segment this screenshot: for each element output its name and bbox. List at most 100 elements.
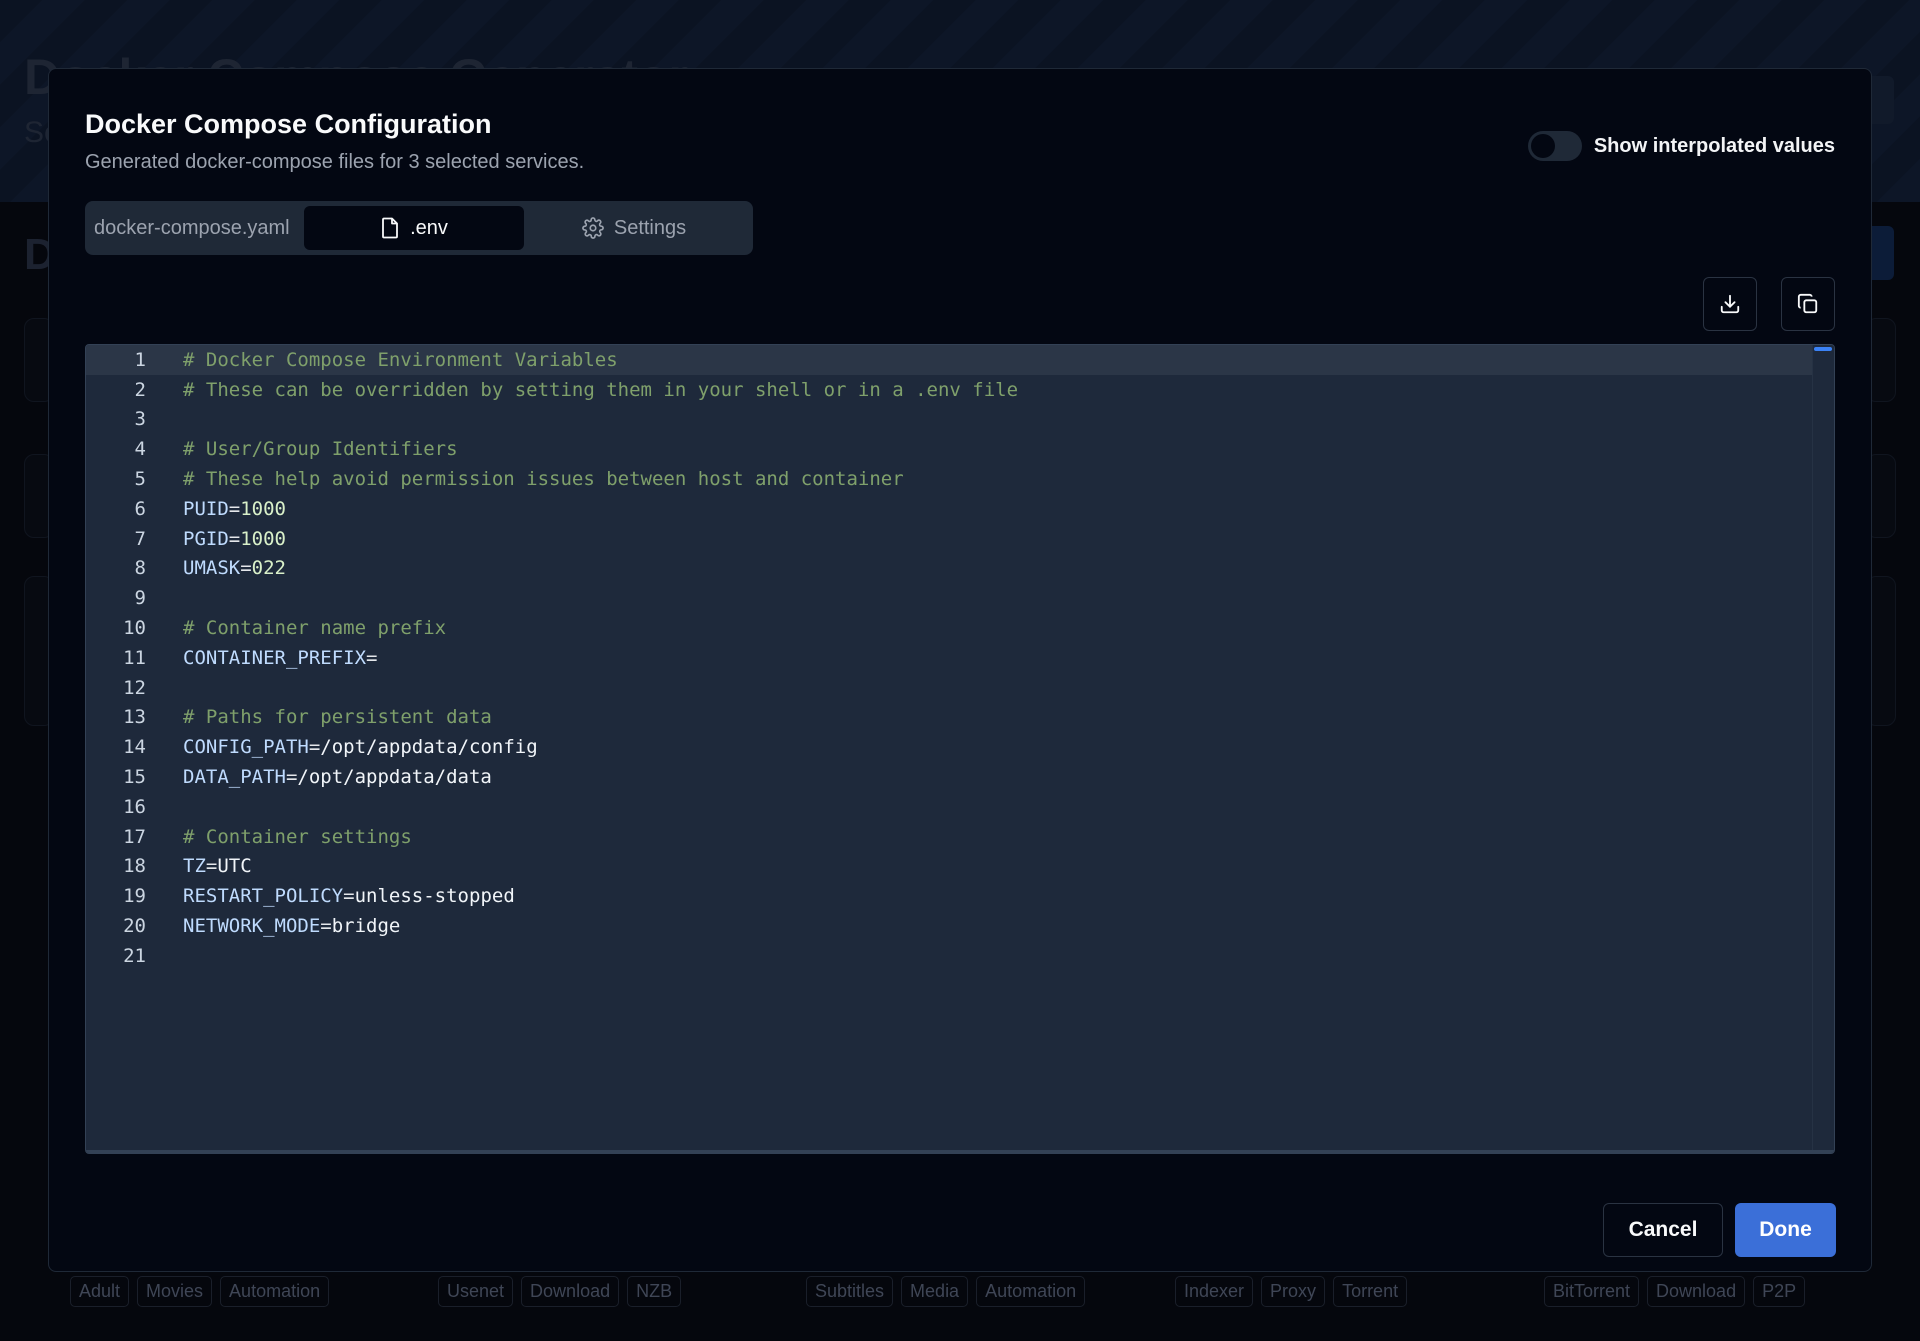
line-content: # Container name prefix: [183, 617, 447, 640]
copy-icon: [1797, 293, 1818, 314]
code-line: 20 NETWORK_MODE=bridge: [86, 911, 1834, 941]
line-number: 5: [134, 468, 146, 491]
background-tag-group: Indexer Proxy Torrent: [1175, 1276, 1408, 1307]
equals-sign: =: [343, 885, 355, 908]
line-number: 15: [123, 766, 146, 789]
scrollbar-thumb[interactable]: [1814, 347, 1832, 351]
background-tag: Media: [901, 1276, 969, 1307]
tab-label: .env: [410, 216, 448, 239]
cancel-button[interactable]: Cancel: [1603, 1203, 1723, 1257]
env-value: 022: [251, 557, 286, 580]
background-tag: NZB: [627, 1276, 682, 1307]
download-button[interactable]: [1703, 277, 1757, 331]
line-number: 8: [134, 557, 146, 580]
download-icon: [1720, 294, 1740, 314]
background-tag-group: BitTorrent Download P2P: [1544, 1276, 1806, 1307]
env-value: /opt/appdata/config: [320, 736, 538, 759]
compose-config-dialog: Docker Compose Configuration Generated d…: [48, 68, 1872, 1272]
background-tag: Download: [1647, 1276, 1746, 1307]
line-number: 2: [134, 378, 146, 401]
gear-icon: [581, 217, 604, 239]
line-content: TZ=UTC: [183, 855, 252, 877]
line-number: 21: [123, 944, 146, 967]
code-line: 6 PUID=1000: [86, 494, 1834, 524]
tab-docker-compose[interactable]: docker-compose.yaml: [90, 206, 304, 250]
line-content: # These can be overridden by setting the…: [183, 378, 1019, 401]
toggle-label: Show interpolated values: [1593, 134, 1835, 157]
equals-sign: =: [228, 497, 241, 520]
line-number: 7: [134, 527, 146, 550]
line-content: # Container settings: [183, 825, 412, 848]
background-tag: Automation: [976, 1276, 1086, 1307]
equals-sign: =: [205, 855, 218, 878]
line-number: 19: [123, 885, 146, 908]
editor-bottom-border: [86, 1150, 1834, 1153]
code-line: 5 # These help avoid permission issues be…: [86, 464, 1834, 494]
code-line: 15 DATA_PATH=/opt/appdata/data: [86, 762, 1834, 792]
env-value: /opt/appdata/data: [297, 766, 492, 789]
env-key: CONTAINER_PREFIX: [183, 646, 367, 669]
code-line: 2 # These can be overridden by setting th…: [86, 375, 1834, 405]
env-value: 1000: [240, 527, 286, 550]
file-icon: [382, 217, 398, 239]
copy-button[interactable]: [1781, 277, 1835, 331]
line-content: # These help avoid permission issues bet…: [183, 468, 904, 491]
code-line: 3: [86, 405, 1834, 435]
equals-sign: =: [240, 557, 252, 580]
env-code-editor[interactable]: 1 # Docker Compose Environment Variables 2…: [85, 344, 1835, 1154]
file-tabs: docker-compose.yaml .env Settings: [85, 201, 753, 255]
editor-lines: 1 # Docker Compose Environment Variables 2…: [86, 345, 1834, 971]
editor-scrollbar[interactable]: [1812, 345, 1834, 1153]
line-number: 18: [123, 855, 146, 878]
env-value: unless-stopped: [354, 885, 515, 908]
line-number: 10: [123, 617, 146, 640]
env-key: PGID: [183, 527, 229, 550]
background-tag-group: Usenet Download NZB: [438, 1276, 682, 1307]
env-key: CONFIG_PATH: [183, 736, 309, 759]
line-number: 9: [134, 587, 146, 610]
line-number: 16: [123, 795, 146, 818]
code-line: 7 PGID=1000: [86, 524, 1834, 554]
code-line: 1 # Docker Compose Environment Variables: [86, 345, 1834, 375]
code-line: 10 # Container name prefix: [86, 613, 1834, 643]
equals-sign: =: [320, 915, 332, 938]
background-tag: Adult: [70, 1276, 130, 1307]
background-tag: Indexer: [1175, 1276, 1254, 1307]
background-tag-group: Adult Movies Automation: [70, 1276, 330, 1307]
line-content: PUID=1000: [183, 498, 286, 520]
background-tag: Download: [521, 1276, 620, 1307]
dialog-title: Docker Compose Configuration: [85, 109, 492, 139]
env-key: NETWORK_MODE: [183, 915, 321, 938]
env-key: PUID: [183, 497, 229, 520]
env-key: TZ: [183, 855, 206, 878]
code-line: 4 # User/Group Identifiers: [86, 434, 1834, 464]
line-number: 4: [134, 438, 146, 461]
line-content: NETWORK_MODE=bridge: [183, 915, 400, 937]
line-number: 17: [123, 825, 146, 848]
line-content: DATA_PATH=/opt/appdata/data: [183, 766, 492, 788]
background-tag: P2P: [1753, 1276, 1806, 1307]
code-line: 12: [86, 673, 1834, 703]
code-line: 11 CONTAINER_PREFIX=: [86, 643, 1834, 673]
line-number: 14: [123, 736, 146, 759]
env-key: UMASK: [183, 557, 241, 580]
line-content: CONFIG_PATH=/opt/appdata/config: [183, 736, 538, 758]
equals-sign: =: [308, 736, 321, 759]
env-value: 1000: [240, 497, 286, 520]
done-button[interactable]: Done: [1735, 1203, 1836, 1257]
code-line: 14 CONFIG_PATH=/opt/appdata/config: [86, 732, 1834, 762]
equals-sign: =: [366, 646, 378, 669]
code-line: 19 RESTART_POLICY=unless-stopped: [86, 881, 1834, 911]
background-tag: Proxy: [1261, 1276, 1326, 1307]
line-content: # Paths for persistent data: [183, 706, 492, 729]
background-tag: Subtitles: [806, 1276, 894, 1307]
equals-sign: =: [228, 527, 241, 550]
code-line: 8 UMASK=022: [86, 554, 1834, 584]
env-value: bridge: [331, 915, 401, 938]
env-key: DATA_PATH: [183, 766, 286, 789]
background-tag: Usenet: [438, 1276, 514, 1307]
tab-env[interactable]: .env: [304, 206, 524, 250]
line-number: 6: [134, 497, 146, 520]
tab-settings[interactable]: Settings: [524, 206, 744, 250]
show-interpolated-toggle[interactable]: [1527, 131, 1582, 161]
